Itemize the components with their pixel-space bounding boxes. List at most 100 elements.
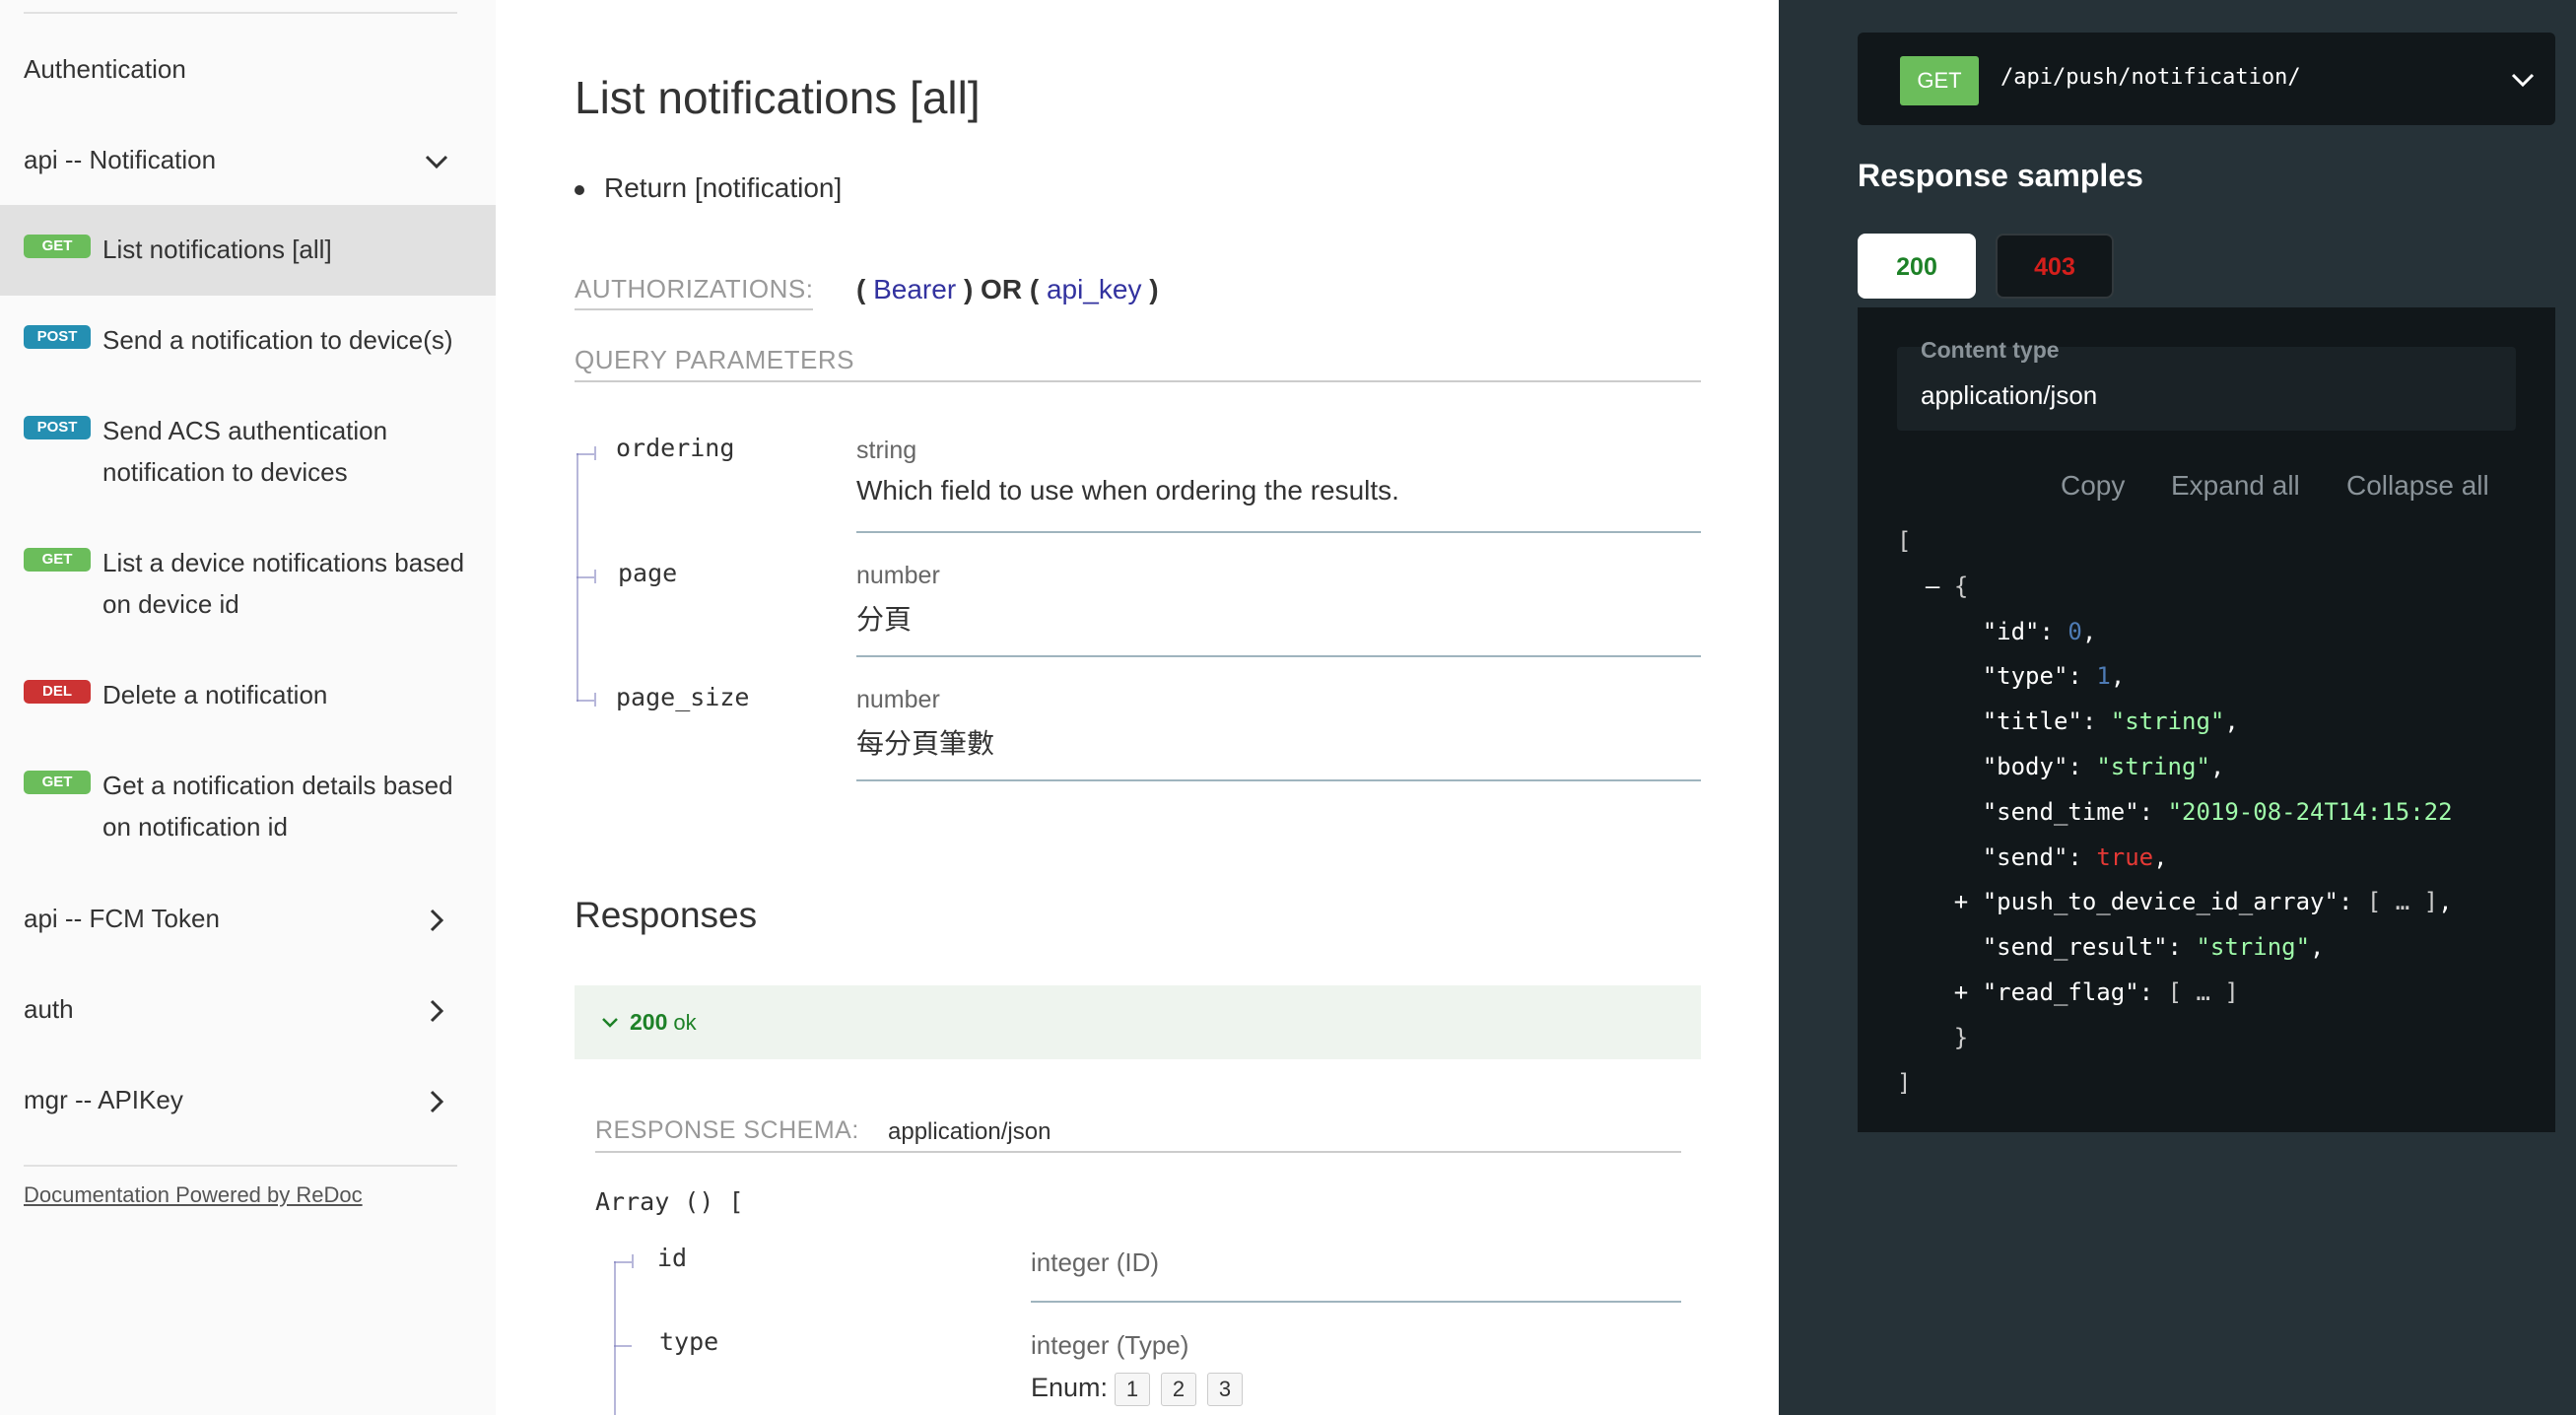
- json-collapse-toggle[interactable]: –: [1926, 573, 1939, 600]
- redoc-footer-link[interactable]: Documentation Powered by ReDoc: [24, 1182, 363, 1208]
- json-punct: {: [1953, 572, 1969, 600]
- content-type-value: application/json: [1921, 380, 2098, 410]
- sidebar-item-label: Send ACS authentication notification to …: [102, 416, 388, 487]
- schema-field-name: type: [659, 1327, 719, 1356]
- tree-branch: [576, 453, 594, 455]
- method-badge-get: GET: [24, 548, 91, 572]
- param-name: ordering: [616, 434, 735, 462]
- sidebar-item-get-notification-details[interactable]: GET Get a notification details based on …: [0, 741, 496, 873]
- param-name: page_size: [616, 683, 750, 711]
- response-200-toggle[interactable]: 200 ok: [575, 985, 1701, 1059]
- json-value: "string": [2096, 752, 2210, 780]
- method-badge-post: POST: [24, 416, 91, 439]
- tree-branch: [576, 576, 594, 578]
- divider: [1031, 1301, 1681, 1303]
- responses-title: Responses: [575, 895, 758, 935]
- tab-403[interactable]: 403: [1996, 234, 2114, 299]
- auth-paren: ): [1149, 274, 1159, 304]
- sidebar-item-list-notifications[interactable]: GET List notifications [all]: [0, 205, 496, 296]
- schema-field-type: integer (Type): [1031, 1330, 1189, 1360]
- enum-value: 1: [1115, 1373, 1150, 1406]
- sidebar-item-send-notification[interactable]: POST Send a notification to device(s): [0, 296, 496, 386]
- json-punct: ]: [1897, 1068, 1912, 1097]
- json-expand-toggle[interactable]: +: [1954, 978, 1968, 1006]
- sidebar: Authentication api -- Notification GET L…: [0, 0, 496, 1415]
- sidebar-group-auth[interactable]: auth: [0, 964, 496, 1054]
- method-badge-get: GET: [24, 235, 91, 258]
- schema-field-name: id: [657, 1244, 688, 1272]
- json-value: 0: [2068, 617, 2082, 645]
- tree-branch: [614, 1345, 632, 1347]
- sidebar-item-list-device-notifications[interactable]: GET List a device notifications based on…: [0, 518, 496, 650]
- json-value: 1: [2096, 662, 2111, 691]
- json-key: "send": [1982, 842, 2068, 871]
- param-type: string: [856, 437, 917, 464]
- json-value: "string": [2110, 708, 2225, 736]
- endpoint-toggle[interactable]: GET /api/push/notification/: [1858, 33, 2555, 125]
- query-parameters-label: QUERY PARAMETERS: [575, 345, 854, 374]
- json-punct: }: [1953, 1023, 1969, 1051]
- enum-label: Enum:: [1031, 1373, 1109, 1402]
- json-value: "2019-08-24T14:15:22: [2167, 797, 2453, 826]
- param-type: number: [856, 686, 940, 713]
- json-key: "body": [1982, 752, 2068, 780]
- method-badge-post: POST: [24, 325, 91, 349]
- schema-field-type: integer (ID): [1031, 1247, 1160, 1277]
- response-samples-title: Response samples: [1858, 158, 2143, 193]
- sidebar-item-label: Delete a notification: [102, 680, 328, 709]
- param-description: 分頁: [856, 604, 913, 635]
- tab-200[interactable]: 200: [1858, 234, 1976, 299]
- param-description: 每分頁筆數: [856, 728, 995, 759]
- json-value: true: [2096, 842, 2154, 871]
- json-key: "send_time": [1982, 797, 2139, 826]
- sidebar-item-label: Send a notification to device(s): [102, 325, 453, 355]
- tree-line: [614, 1261, 616, 1415]
- content-type-selector[interactable]: Content type application/json: [1897, 337, 2516, 431]
- sidebar-group-label: auth: [24, 993, 74, 1024]
- tree-tick: [594, 570, 596, 583]
- json-key: "push_to_device_id_array": [1982, 888, 2339, 916]
- right-panel: GET /api/push/notification/ Response sam…: [1779, 0, 2576, 1415]
- json-key: "type": [1982, 662, 2068, 691]
- sidebar-group-api-notification[interactable]: api -- Notification: [0, 114, 496, 205]
- expand-all-button[interactable]: Expand all: [2171, 470, 2300, 502]
- authorizations-label: AUTHORIZATIONS:: [575, 274, 814, 310]
- chevron-down-icon: [602, 1017, 618, 1028]
- response-code: 200: [630, 1009, 668, 1035]
- sidebar-group-api-fcm-token[interactable]: api -- FCM Token: [0, 873, 496, 964]
- collapse-all-button[interactable]: Collapse all: [2346, 470, 2489, 502]
- json-collapsed: [ … ]: [2366, 888, 2439, 916]
- divider: [575, 380, 1701, 382]
- api-key-link[interactable]: api_key: [1047, 274, 1142, 304]
- sidebar-divider: [24, 12, 457, 14]
- response-schema-type: application/json: [888, 1118, 1051, 1145]
- method-badge-get: GET: [24, 771, 91, 794]
- copy-button[interactable]: Copy: [2061, 470, 2125, 502]
- sidebar-group-label: api -- FCM Token: [24, 903, 220, 933]
- sidebar-item-label: List notifications [all]: [102, 235, 332, 264]
- enum-value: 2: [1161, 1373, 1196, 1406]
- param-type: number: [856, 562, 940, 589]
- sidebar-group-authentication[interactable]: Authentication: [0, 24, 496, 114]
- chevron-right-icon: [430, 999, 444, 1023]
- json-key: "title": [1982, 708, 2082, 736]
- json-expand-toggle[interactable]: +: [1954, 888, 1968, 915]
- sidebar-group-label: Authentication: [24, 53, 186, 84]
- param-name: page: [618, 559, 678, 587]
- auth-paren: (: [856, 274, 866, 304]
- page-title: List notifications [all]: [575, 72, 981, 123]
- tree-tick: [594, 446, 596, 460]
- json-punct: [: [1897, 527, 1912, 555]
- json-value: "string": [2196, 933, 2311, 962]
- response-text: ok: [673, 1009, 697, 1035]
- auth-or: ) OR (: [963, 274, 1040, 304]
- sidebar-item-send-acs-notification[interactable]: POST Send ACS authentication notificatio…: [0, 386, 496, 518]
- chevron-right-icon: [430, 909, 444, 932]
- sidebar-group-mgr-apikey[interactable]: mgr -- APIKey: [0, 1054, 496, 1145]
- bearer-link[interactable]: Bearer: [873, 274, 956, 304]
- response-sample-panel: Content type application/json Copy Expan…: [1858, 307, 2555, 1132]
- sidebar-item-delete-notification[interactable]: DEL Delete a notification: [0, 650, 496, 741]
- sidebar-item-label: Get a notification details based on noti…: [102, 771, 453, 842]
- tree-branch: [614, 1261, 632, 1263]
- divider: [856, 655, 1701, 657]
